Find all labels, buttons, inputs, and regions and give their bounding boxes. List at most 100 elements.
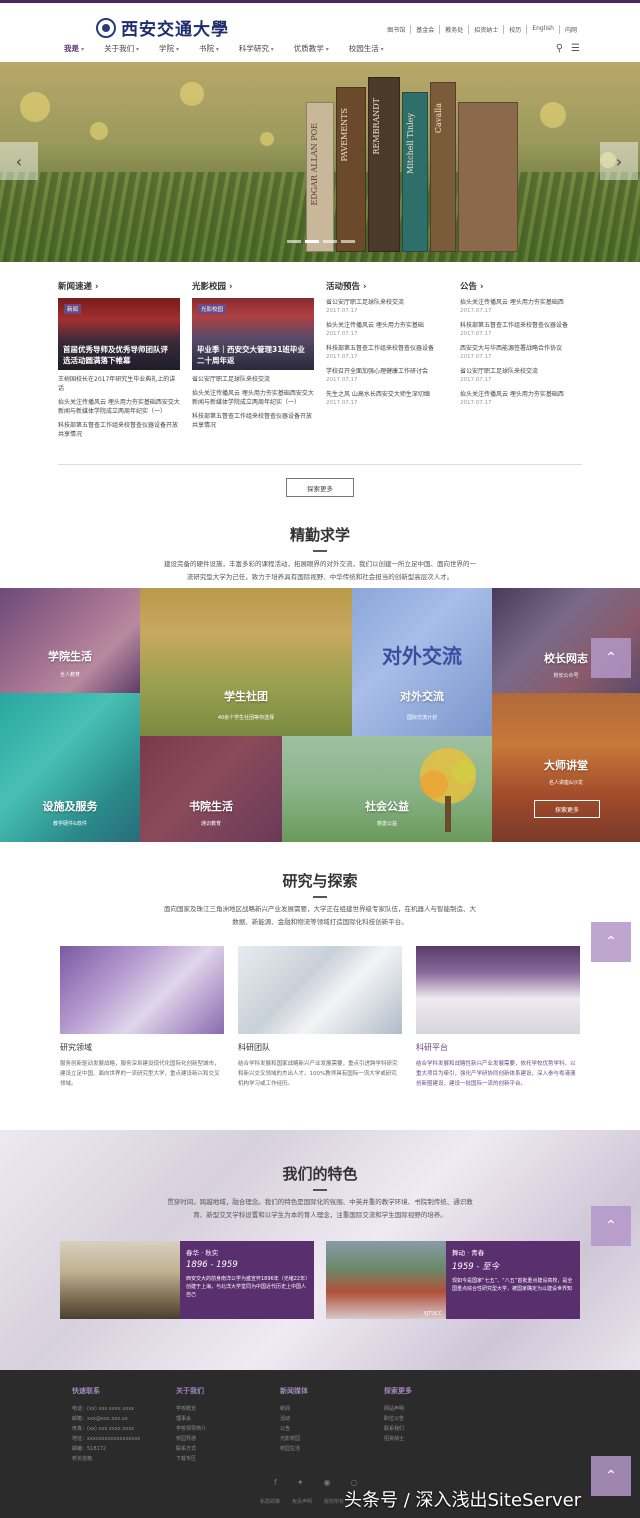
news-thumbnail[interactable]: 新闻 首届优秀导师及优秀导师团队评选活动圆满落下帷幕 xyxy=(58,298,180,370)
news-link[interactable]: 科技部第五督查工作组来校督查仪器设备开放共享情况 xyxy=(58,421,180,439)
section-desc: 建设完备的硬件设施，丰富多彩的课程活动，拓展眼界的对外交流，我们以创建一所立足中… xyxy=(164,560,476,581)
feature-card[interactable]: XJTUCC 舞动 · 青春 1959 - 至今 现如今是国家“七五”、“八五”… xyxy=(326,1241,580,1319)
news-link[interactable]: 省公安厅职工足球队来校交流 xyxy=(192,375,314,384)
weibo-icon[interactable]: ◉ xyxy=(324,1478,331,1487)
list-item[interactable]: 先生之风 山高水长西安交大师生深切缅 2017.07.17 xyxy=(326,390,448,408)
tile-exchange[interactable]: 对外交流 对外交流 国际交流计划 xyxy=(352,588,492,736)
research-card-text: 服务创新驱动发展战略，服务深圳建设现代化国际化创新型城市，建设立足中国、面向世界… xyxy=(60,1061,220,1087)
book: PAVEMENTS xyxy=(336,87,366,252)
site-logo[interactable]: 西安交通大學 xyxy=(96,15,229,40)
top-link-library[interactable]: 图书馆 xyxy=(382,25,412,34)
site-header: 西安交通大學 图书馆 基金会 教务处 招资纳士 校历 English 内网 我是… xyxy=(0,3,640,62)
scroll-top-button[interactable]: ⌃ xyxy=(591,1456,631,1496)
logo-text: 西安交通大學 xyxy=(121,20,229,40)
banner-dot[interactable] xyxy=(305,240,319,243)
nav-item-teaching[interactable]: 优质教学 xyxy=(294,43,329,54)
feature-body: 舞动 · 青春 1959 - 至今 现如今是国家“七五”、“八五”首批重点建设高… xyxy=(452,1249,573,1292)
book: Cavalla xyxy=(430,82,456,252)
facebook-icon[interactable]: f xyxy=(274,1478,277,1487)
list-item[interactable]: 抬头关注传播风云 埋头用力夯实基础西 2017.07.17 xyxy=(460,298,582,316)
news-link[interactable]: 抬头关注传播风云 埋头用力夯实基础西安交大新闻与新媒体学院成立两周年纪实（一） xyxy=(58,398,180,416)
news-column-title[interactable]: 新闻速递 xyxy=(58,280,180,292)
chevron-up-icon: ⌃ xyxy=(605,934,617,950)
title-underline xyxy=(313,896,327,898)
news-column-title[interactable]: 光影校园 xyxy=(192,280,314,292)
top-link-academic-affairs[interactable]: 教务处 xyxy=(440,25,470,34)
footer-column: 关于我们 学校概览 理事会 学校领导简介 校园导游 联系方式 下载专区 xyxy=(176,1387,207,1462)
banner-dot[interactable] xyxy=(323,240,337,243)
news-link[interactable]: 王树国校长在2017年研究生毕业典礼上的讲话 xyxy=(58,375,180,393)
study-tiles: 学院生活 全人教育 学生社团 40余个学生社团等你选择 对外交流 对外交流 国际… xyxy=(0,588,640,842)
explore-more-button[interactable]: 探索更多 xyxy=(286,478,354,497)
footer-column: 新闻媒体 新闻 活动 公告 光影校园 校园生活 xyxy=(280,1387,308,1452)
nav-item-research[interactable]: 科学研究 xyxy=(239,43,274,54)
nav-item-colleges[interactable]: 书院 xyxy=(199,43,219,54)
scroll-top-button[interactable]: ⌃ xyxy=(591,1206,631,1246)
bokeh-light xyxy=(90,122,108,140)
banner-dot[interactable] xyxy=(287,240,301,243)
chevron-up-icon: ⌃ xyxy=(605,1468,617,1484)
tile-student-clubs[interactable]: 学生社团 40余个学生社团等你选择 xyxy=(140,588,352,736)
bokeh-light xyxy=(540,102,566,128)
list-item[interactable]: 科技部第五督查工作组来校督查仪器设备 2017.07.17 xyxy=(326,344,448,362)
news-column-title[interactable]: 公告 xyxy=(460,280,582,292)
top-link-calendar[interactable]: 校历 xyxy=(504,25,528,34)
tile-master-lecture[interactable]: 大师讲堂 名人讲座&沙龙 探索更多 xyxy=(492,693,640,842)
research-card-text: 结合学科发展和国家战略新兴产业发展需要，重点引进跨学科研究和新兴交叉领域的杰出人… xyxy=(238,1061,398,1087)
news-column-title[interactable]: 活动预告 xyxy=(326,280,448,292)
top-link-foundation[interactable]: 基金会 xyxy=(411,25,441,34)
photo-label: XJTUCC xyxy=(423,1311,442,1317)
banner-next-button[interactable]: › xyxy=(600,142,638,180)
nav-item-iam[interactable]: 我是 xyxy=(64,43,84,54)
bokeh-light xyxy=(260,132,274,146)
tile-academy-life[interactable]: 书院生活 通识教育 xyxy=(140,736,282,842)
footer-column: 快速联系 电话：(xx) xxx xxxx xxxx 邮箱：xxx@xxx.xx… xyxy=(72,1387,141,1462)
footer-links: 私隐政策 免责声明 版权所有 xyxy=(260,1499,345,1505)
chevron-left-icon: ‹ xyxy=(15,151,23,171)
exchange-art-text: 对外交流 xyxy=(382,644,462,668)
news-thumbnail[interactable]: 光影校园 毕业季｜西安交大管理31班毕业二十周年返 xyxy=(192,298,314,370)
top-link-intranet[interactable]: 内网 xyxy=(560,25,582,34)
research-card[interactable]: 科研团队 结合学科发展和国家战略新兴产业发展需要，重点引进跨学科研究和新兴交叉领… xyxy=(238,946,402,1089)
research-card[interactable]: 研究领域 服务创新驱动发展战略，服务深圳建设现代化国际化创新型城市，建设立足中国… xyxy=(60,946,224,1089)
tile-explore-more-button[interactable]: 探索更多 xyxy=(534,800,600,818)
research-card[interactable]: 科研平台 结合学科发展和战略性新兴产业发展需要，依托学校优势学科，以重大项目为牵… xyxy=(416,946,580,1089)
research-image xyxy=(60,946,224,1034)
tile-public-welfare[interactable]: 社会公益 慈善公益 xyxy=(282,736,492,842)
nav-item-campus-life[interactable]: 校园生活 xyxy=(349,43,384,54)
menu-icon[interactable]: ☰ xyxy=(571,43,580,54)
section-desc: 面向国家及珠江三角洲地区战略新兴产业发展需要，大学正在组建世界级专家队伍，在机器… xyxy=(164,905,476,926)
list-item[interactable]: 省公安厅职工足球队来校交流 2017.07.17 xyxy=(326,298,448,316)
top-link-english[interactable]: English xyxy=(527,25,560,34)
chevron-up-icon: ⌃ xyxy=(605,650,617,666)
scroll-top-button[interactable]: ⌃ xyxy=(591,638,631,678)
research-card-title: 科研平台 xyxy=(416,1043,448,1052)
title-underline xyxy=(313,550,327,552)
banner-dot[interactable] xyxy=(341,240,355,243)
list-item[interactable]: 西安交大与华西能源签署战略合作协议 2017.07.17 xyxy=(460,344,582,362)
scroll-top-button[interactable]: ⌃ xyxy=(591,922,631,962)
tile-facilities[interactable]: 设施及服务 教学硬件&软件 xyxy=(0,693,140,842)
bokeh-light xyxy=(20,92,50,122)
news-tag: 光影校园 xyxy=(198,304,227,314)
list-item[interactable]: 抬头关注传播风云 埋头用力夯实基础 2017.07.17 xyxy=(326,321,448,339)
top-link-recruitment[interactable]: 招资纳士 xyxy=(469,25,505,34)
list-item[interactable]: 省公安厅职工足球队来校交流 2017.07.17 xyxy=(460,367,582,385)
news-link[interactable]: 抬头关注传播风云 埋头用力夯实基础西安交大新闻与新媒体学院成立两周年纪实（一） xyxy=(192,389,314,407)
list-item[interactable]: 科技部第五督查工作组来校督查仪器设备 2017.07.17 xyxy=(460,321,582,339)
nav-item-about[interactable]: 关于我们 xyxy=(104,43,139,54)
news-caption: 毕业季｜西安交大管理31班毕业二十周年返 xyxy=(197,345,305,365)
main-nav: 我是 关于我们 学院 书院 科学研究 优质教学 校园生活 xyxy=(64,43,384,54)
footer-column: 探索更多 网站声明 职位公告 联系我们 招资纳士 xyxy=(384,1387,412,1442)
section-title-study: 精勤求学 xyxy=(289,526,350,544)
nav-item-schools[interactable]: 学院 xyxy=(159,43,179,54)
twitter-icon[interactable]: ✦ xyxy=(297,1478,304,1487)
list-item[interactable]: 学校召开全面加强心理健康工作研讨会 2017.07.17 xyxy=(326,367,448,385)
search-icon[interactable]: ⚲ xyxy=(556,43,563,54)
banner-prev-button[interactable]: ‹ xyxy=(0,142,38,180)
tile-college-life[interactable]: 学院生活 全人教育 xyxy=(0,588,140,693)
list-item[interactable]: 抬头关注传播风云 埋头用力夯实基础西 2017.07.17 xyxy=(460,390,582,408)
feature-card[interactable]: 春华 · 秋实 1896 - 1959 西安交大的前身南洋公学为盛宣怀1896年… xyxy=(60,1241,314,1319)
feature-image xyxy=(60,1241,180,1319)
news-link[interactable]: 科技部第五督查工作组来校督查仪器设备开放共享情况 xyxy=(192,412,314,430)
